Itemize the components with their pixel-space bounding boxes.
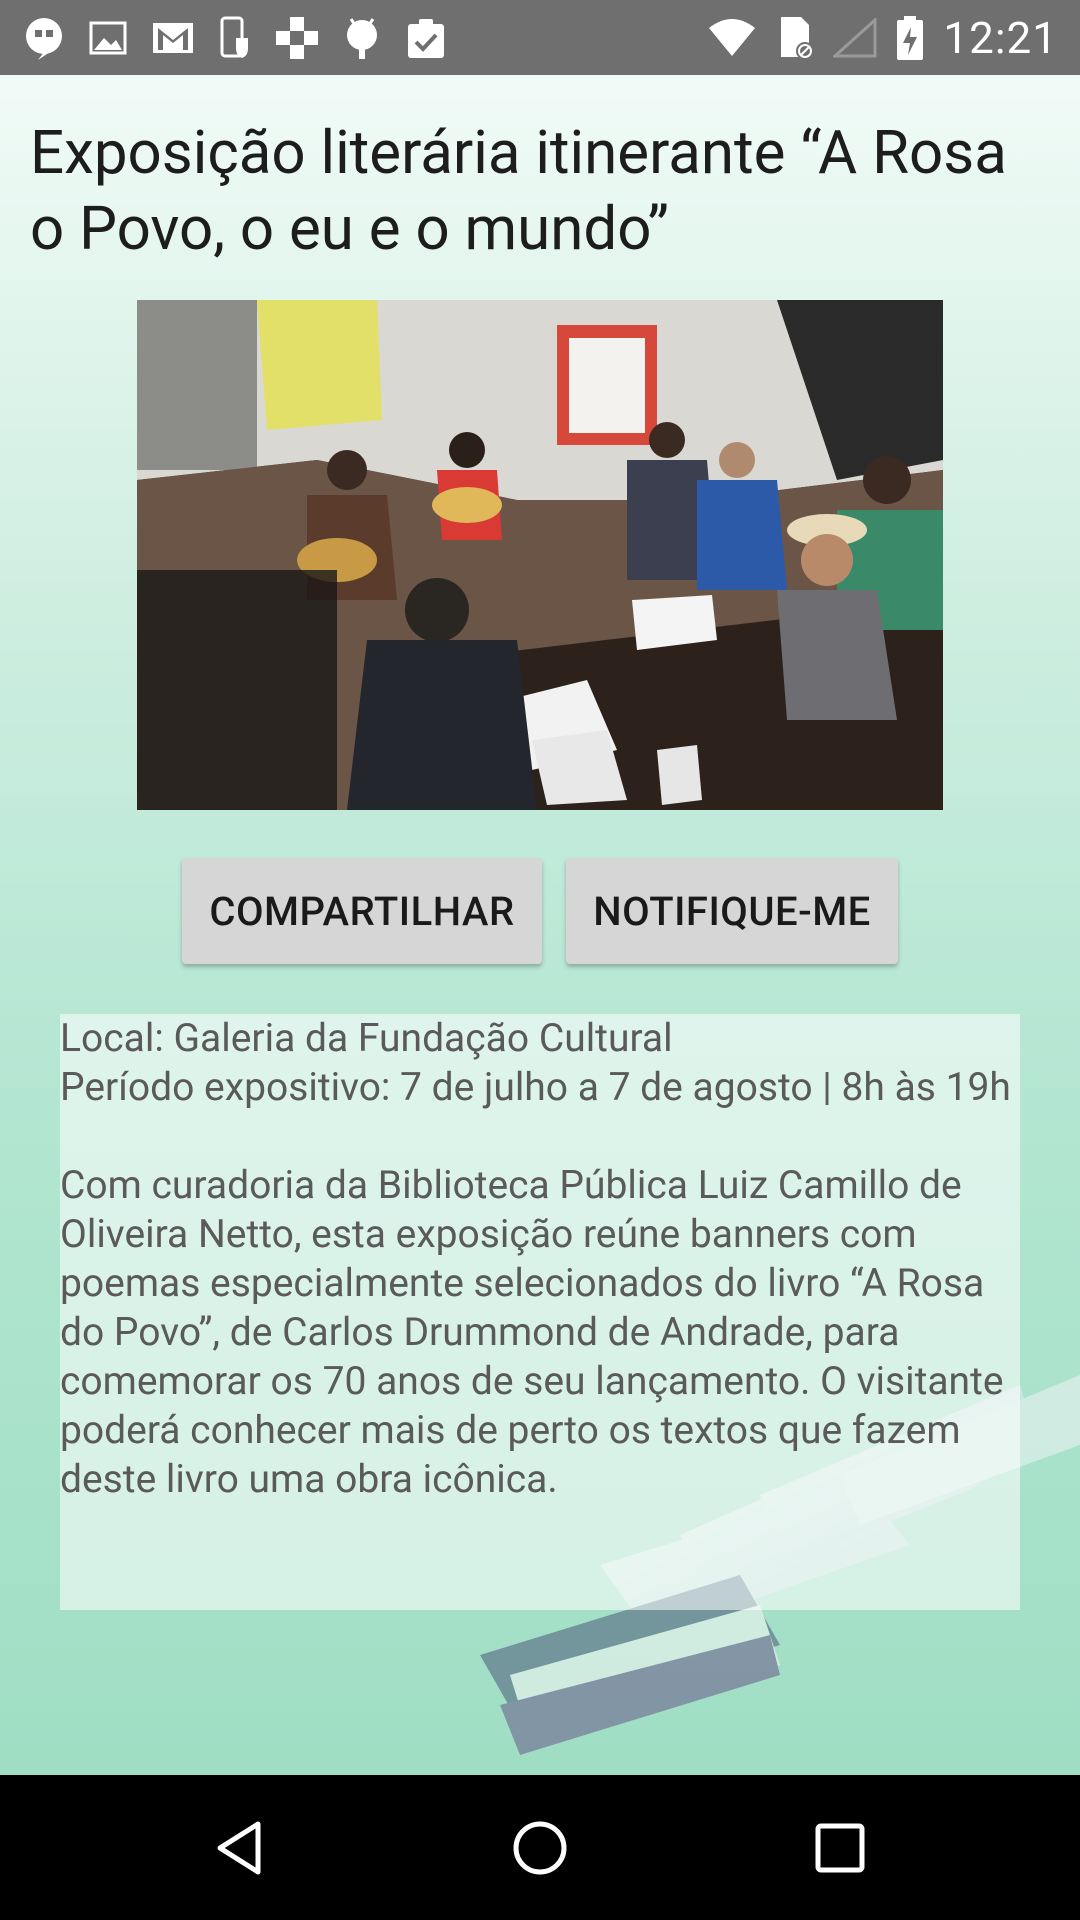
back-triangle-icon — [217, 1821, 261, 1874]
clock: 12:21 — [943, 11, 1058, 64]
android-icon — [342, 15, 382, 61]
plus-cross-icon — [274, 15, 320, 61]
event-title: Exposição literária itinerante “A Rosa o… — [30, 117, 1007, 264]
recent-square-icon — [815, 1823, 865, 1872]
back-button[interactable] — [160, 1775, 320, 1920]
home-circle-icon — [513, 1821, 567, 1874]
share-button[interactable]: COMPARTILHAR — [182, 858, 542, 964]
hangouts-icon — [22, 16, 66, 60]
event-detail-screen[interactable]: Exposição literária itinerante “A Rosa o… — [0, 75, 1080, 1775]
recent-apps-button[interactable] — [760, 1775, 920, 1920]
image-icon — [88, 18, 128, 58]
event-description: Com curadoria da Biblioteca Pública Luiz… — [60, 1162, 1004, 1502]
phone-shield-icon — [218, 16, 252, 60]
sim-card-icon — [775, 15, 815, 61]
event-info: Local: Galeria da Fundação Cultural Perí… — [60, 1014, 1020, 1610]
wifi-icon — [707, 18, 757, 58]
system-status-icons: 12:21 — [689, 12, 1058, 64]
event-period: Período expositivo: 7 de julho a 7 de ag… — [60, 1064, 1011, 1110]
status-bar: 12:21 — [0, 0, 1080, 75]
notify-me-button[interactable]: NOTIFIQUE-ME — [566, 858, 898, 964]
gmail-icon — [150, 18, 196, 58]
navigation-bar — [0, 1775, 1080, 1920]
notification-icons — [22, 15, 470, 61]
clipboard-check-icon — [404, 16, 448, 60]
event-photo — [137, 300, 943, 810]
signal-icon — [833, 17, 877, 58]
battery-icon — [895, 15, 925, 61]
event-location: Local: Galeria da Fundação Cultural — [60, 1015, 673, 1061]
home-button[interactable] — [460, 1775, 620, 1920]
